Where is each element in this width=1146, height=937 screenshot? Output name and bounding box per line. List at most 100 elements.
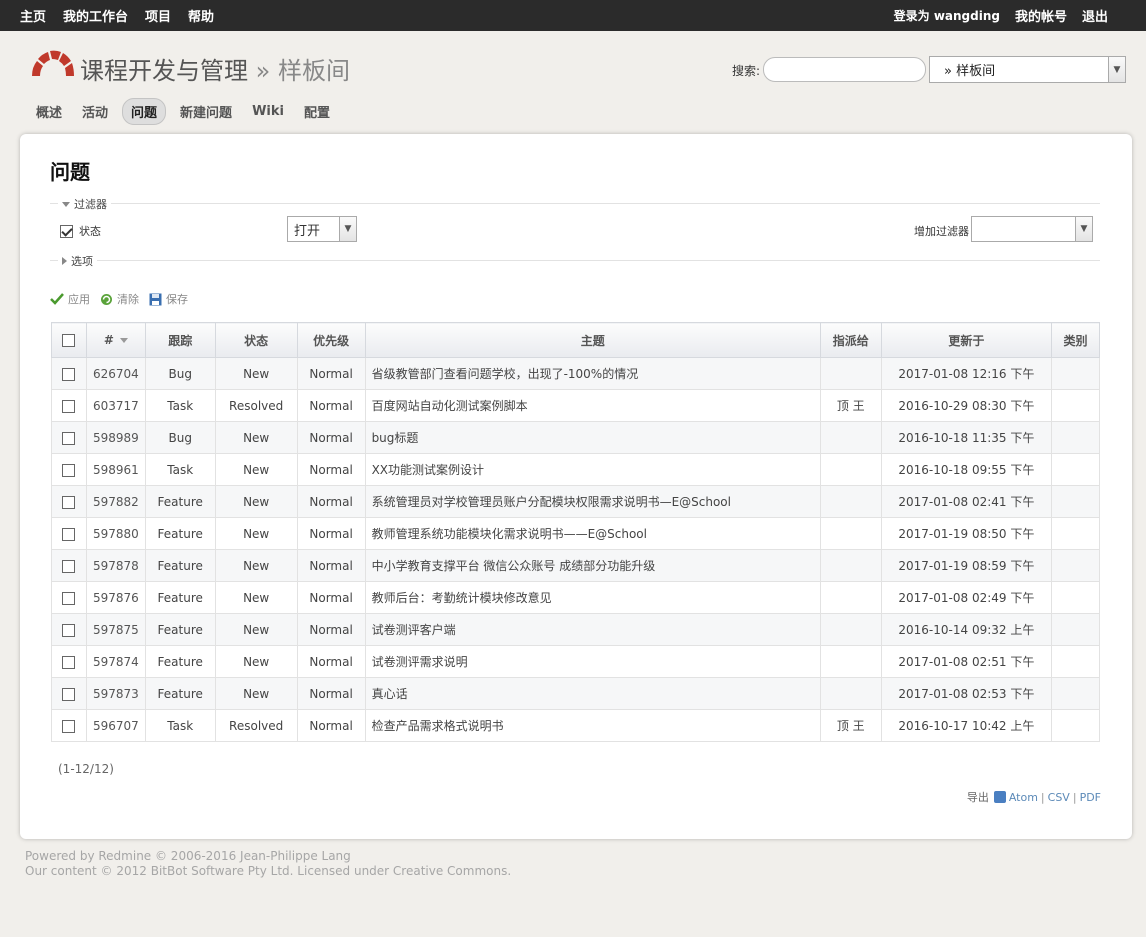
filter-status-checkbox[interactable]	[60, 224, 73, 238]
issue-id[interactable]: 596707	[85, 709, 146, 742]
select-all-checkbox[interactable]	[62, 334, 76, 347]
status-operator-select[interactable]: 打开 ▼	[287, 216, 357, 242]
table-row[interactable]: 626704 Bug New Normal 省级教管部门查看问题学校，出现了-100%的…	[51, 357, 1100, 390]
issue-id[interactable]: 598989	[85, 421, 146, 454]
issue-assignee[interactable]	[819, 421, 882, 454]
issue-subject[interactable]: 中小学教育支撑平台 微信公众账号 成绩部分功能升级	[364, 549, 821, 582]
table-row[interactable]: 598961 Task New Normal XX功能测试案例设计 2016-10-18 …	[51, 453, 1100, 486]
row-checkbox[interactable]	[62, 463, 76, 477]
project-jump-select[interactable]: » 样板间 ▼	[929, 56, 1126, 83]
table-row[interactable]: 597876 Feature New Normal 教师后台：考勤统计模块修改意见 201…	[51, 581, 1100, 614]
project-name[interactable]: 课程开发与管理	[80, 57, 248, 85]
issue-subject[interactable]: 试卷测评需求说明	[364, 645, 821, 678]
filters-legend[interactable]: 过滤器	[58, 196, 111, 212]
row-checkbox[interactable]	[62, 719, 76, 733]
search-input[interactable]	[763, 57, 926, 82]
row-checkbox[interactable]	[62, 687, 76, 701]
issue-assignee[interactable]: 顶 王	[819, 709, 882, 742]
issue-status: Resolved	[214, 709, 298, 742]
export-csv-link[interactable]: CSV	[1048, 791, 1070, 804]
tab-issues[interactable]: 问题	[122, 97, 167, 125]
table-row[interactable]: 596707 Task Resolved Normal 检查产品需求格式说明书顶 王 20…	[51, 709, 1100, 742]
add-filter-select[interactable]: ▼	[971, 216, 1093, 242]
tab-overview[interactable]: 概述	[30, 98, 68, 125]
export-pdf-link[interactable]: PDF	[1080, 791, 1101, 804]
issue-assignee[interactable]	[819, 357, 882, 390]
clear-button[interactable]: 清除	[100, 291, 139, 307]
issue-category	[1051, 517, 1100, 550]
export-atom-link[interactable]: Atom	[1009, 791, 1038, 804]
logged-user[interactable]: wangding	[934, 9, 1000, 23]
row-checkbox[interactable]	[62, 495, 76, 509]
table-row[interactable]: 597880 Feature New Normal 教师管理系统功能模块化需求说明书——…	[51, 517, 1100, 550]
row-checkbox[interactable]	[62, 367, 76, 381]
issue-id[interactable]: 597880	[85, 517, 146, 550]
issue-id[interactable]: 597876	[85, 581, 146, 614]
row-checkbox[interactable]	[62, 655, 76, 669]
options-legend[interactable]: 选项	[58, 253, 97, 269]
issue-subject[interactable]: 百度网站自动化测试案例脚本	[364, 389, 821, 422]
issue-id[interactable]: 597878	[85, 549, 146, 582]
issue-assignee[interactable]	[819, 613, 882, 646]
column-header-category[interactable]: 类别	[1051, 322, 1100, 358]
row-checkbox[interactable]	[62, 527, 76, 541]
issue-id[interactable]: 597873	[85, 677, 146, 710]
top-menu-projects[interactable]: 项目	[145, 6, 171, 25]
issue-subject[interactable]: bug标题	[364, 421, 821, 454]
column-header-priority[interactable]: 优先级	[296, 322, 366, 358]
my-account-link[interactable]: 我的帐号	[1015, 6, 1067, 25]
issue-subject[interactable]: 检查产品需求格式说明书	[364, 709, 821, 742]
issue-id[interactable]: 597874	[85, 645, 146, 678]
issue-id[interactable]: 603717	[85, 389, 146, 422]
issue-assignee[interactable]	[819, 517, 882, 550]
issue-subject[interactable]: 试卷测评客户端	[364, 613, 821, 646]
top-menu-my-page[interactable]: 我的工作台	[63, 6, 128, 25]
column-header-id[interactable]: #	[85, 322, 146, 358]
row-checkbox[interactable]	[62, 431, 76, 445]
issue-subject[interactable]: 系统管理员对学校管理员账户分配模块权限需求说明书—E@School	[364, 485, 821, 518]
column-header-subject[interactable]: 主题	[364, 322, 821, 358]
issue-assignee[interactable]	[819, 549, 882, 582]
issue-id[interactable]: 626704	[85, 357, 146, 390]
table-row[interactable]: 603717 Task Resolved Normal 百度网站自动化测试案例脚本顶 王…	[51, 389, 1100, 422]
issue-id[interactable]: 597882	[85, 485, 146, 518]
apply-button[interactable]: 应用	[50, 291, 90, 307]
save-query-button[interactable]: 保存	[149, 291, 188, 307]
tab-settings[interactable]: 配置	[298, 98, 336, 125]
row-checkbox[interactable]	[62, 591, 76, 605]
row-checkbox[interactable]	[62, 399, 76, 413]
issue-subject[interactable]: XX功能测试案例设计	[364, 453, 821, 486]
column-header-updated[interactable]: 更新于	[880, 322, 1053, 358]
issue-assignee[interactable]	[819, 581, 882, 614]
table-row[interactable]: 597882 Feature New Normal 系统管理员对学校管理员账户分配模块权…	[51, 485, 1100, 518]
table-row[interactable]: 597875 Feature New Normal 试卷测评客户端 2016-10-14 …	[51, 613, 1100, 646]
top-menu-help[interactable]: 帮助	[188, 6, 214, 25]
tab-new-issue[interactable]: 新建问题	[174, 98, 238, 125]
logout-link[interactable]: 退出	[1082, 6, 1108, 25]
table-row[interactable]: 597878 Feature New Normal 中小学教育支撑平台 微信公众账号 成…	[51, 549, 1100, 582]
table-row[interactable]: 597874 Feature New Normal 试卷测评需求说明 2017-01-08…	[51, 645, 1100, 678]
tab-wiki[interactable]: Wiki	[246, 100, 290, 123]
column-header-assignee[interactable]: 指派给	[819, 322, 882, 358]
row-checkbox-cell	[51, 517, 87, 550]
issue-subject[interactable]: 教师管理系统功能模块化需求说明书——E@School	[364, 517, 821, 550]
issue-assignee[interactable]	[819, 645, 882, 678]
column-header-tracker[interactable]: 跟踪	[144, 322, 216, 358]
issue-id[interactable]: 598961	[85, 453, 146, 486]
issue-subject[interactable]: 教师后台：考勤统计模块修改意见	[364, 581, 821, 614]
issue-assignee[interactable]: 顶 王	[819, 389, 882, 422]
row-checkbox[interactable]	[62, 623, 76, 637]
row-checkbox[interactable]	[62, 559, 76, 573]
issue-assignee[interactable]	[819, 453, 882, 486]
table-row[interactable]: 597873 Feature New Normal 真心话 2017-01-08 02:5…	[51, 677, 1100, 710]
issue-assignee[interactable]	[819, 485, 882, 518]
top-menu-home[interactable]: 主页	[20, 6, 46, 25]
status-operator-value: 打开	[294, 223, 321, 239]
issue-subject[interactable]: 省级教管部门查看问题学校，出现了-100%的情况	[364, 357, 821, 390]
issue-subject[interactable]: 真心话	[364, 677, 821, 710]
column-header-status[interactable]: 状态	[214, 322, 298, 358]
table-row[interactable]: 598989 Bug New Normal bug标题 2016-10-18 11:35 …	[51, 421, 1100, 454]
tab-activity[interactable]: 活动	[76, 98, 114, 125]
issue-id[interactable]: 597875	[85, 613, 146, 646]
issue-assignee[interactable]	[819, 677, 882, 710]
